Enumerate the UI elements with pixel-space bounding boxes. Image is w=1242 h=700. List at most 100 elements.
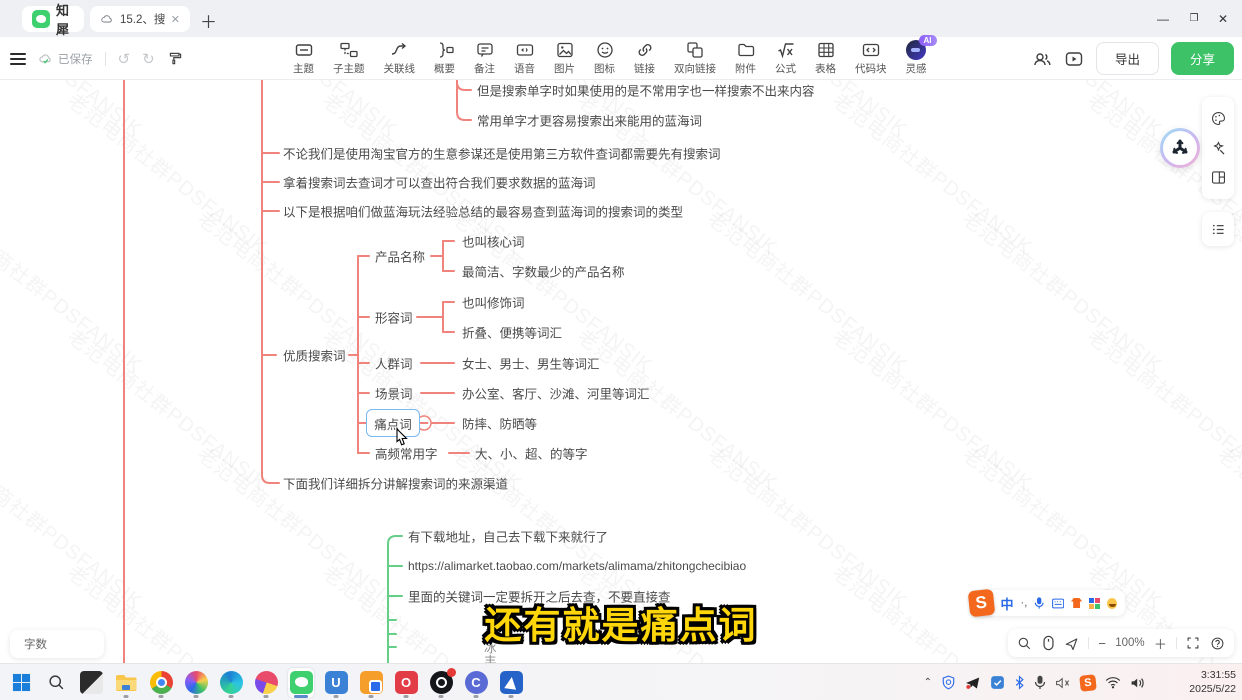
note-button[interactable]: 备注 bbox=[474, 40, 495, 76]
undo-button[interactable]: ↺ bbox=[118, 50, 131, 68]
taskbar-task-view-button[interactable] bbox=[78, 668, 104, 698]
ime-keyboard-icon[interactable] bbox=[1052, 598, 1064, 609]
volume-icon[interactable] bbox=[1130, 676, 1146, 690]
voice-button[interactable]: 语音 bbox=[514, 40, 535, 76]
help-button[interactable] bbox=[1210, 636, 1225, 651]
fullscreen-button[interactable] bbox=[1186, 636, 1200, 650]
word-count-pill[interactable]: 字数 bbox=[10, 630, 104, 658]
mindmap-node[interactable]: 也叫修饰词 bbox=[462, 293, 525, 312]
mindmap-node[interactable]: 不论我们是使用淘宝官方的生意参谋还是使用第三方软件查词都需要先有搜索词 bbox=[283, 144, 721, 163]
microphone-icon[interactable] bbox=[1034, 675, 1046, 690]
mindmap-node[interactable]: 产品名称 bbox=[375, 247, 425, 266]
selected-node-pain-word[interactable]: 痛点词 bbox=[366, 409, 420, 437]
zoom-out-button[interactable]: − bbox=[1098, 636, 1106, 651]
layout-button[interactable] bbox=[1210, 169, 1227, 186]
ime-emoji-icon[interactable] bbox=[1107, 598, 1117, 609]
audio-device-icon[interactable] bbox=[1055, 676, 1071, 690]
ime-skin-icon[interactable] bbox=[1071, 598, 1082, 608]
zoom-level[interactable]: 100% bbox=[1115, 637, 1144, 649]
link-button[interactable]: 链接 bbox=[634, 40, 655, 76]
mindmap-node[interactable]: 也叫核心词 bbox=[462, 232, 525, 251]
code-block-button[interactable]: 代码块 bbox=[855, 40, 887, 76]
mindmap-node[interactable]: 以下是根据咱们做蓝海玩法经验总结的最容易查到蓝海词的搜索词的类型 bbox=[283, 202, 683, 221]
pointer-mode-button[interactable] bbox=[1064, 636, 1079, 651]
mindmap-node[interactable]: 常用单字才更容易搜索出来能用的蓝海词 bbox=[477, 111, 702, 130]
mindmap-node[interactable]: 但是搜索单字时如果使用的是不常用字也一样搜索不出来内容 bbox=[477, 81, 815, 100]
mindmap-node[interactable]: 折叠、便携等词汇 bbox=[462, 323, 562, 342]
ime-mic-icon[interactable] bbox=[1034, 596, 1044, 610]
topic-button[interactable]: 主题 bbox=[293, 40, 314, 76]
tab-close-icon[interactable]: ✕ bbox=[171, 13, 180, 26]
minimize-button[interactable]: — bbox=[1146, 0, 1180, 37]
attachment-button[interactable]: 附件 bbox=[735, 40, 756, 76]
share-button[interactable]: 分享 bbox=[1171, 42, 1234, 75]
mindmap-node[interactable]: 女士、男士、男生等词汇 bbox=[462, 354, 600, 373]
sogou-tray-icon[interactable]: S bbox=[1079, 674, 1097, 692]
zoom-in-button[interactable]: ＋ bbox=[1154, 634, 1167, 653]
mindmap-node[interactable]: 高频常用字 bbox=[375, 444, 438, 463]
taskbar-app-circle[interactable]: C bbox=[463, 668, 489, 698]
export-button[interactable]: 导出 bbox=[1096, 42, 1159, 75]
taskbar-app-squares[interactable] bbox=[358, 668, 384, 698]
taskbar-search-button[interactable] bbox=[43, 668, 69, 698]
ime-mode-toggle[interactable]: 中 bbox=[1001, 594, 1014, 613]
mindmap-node[interactable]: 有下载地址，自己去下载下来就行了 bbox=[408, 527, 608, 546]
mindmap-node[interactable]: 防摔、防晒等 bbox=[462, 414, 537, 433]
mindmap-node[interactable]: 形容词 bbox=[375, 308, 413, 327]
table-button[interactable]: 表格 bbox=[815, 40, 836, 76]
redo-button[interactable]: ↻ bbox=[142, 50, 155, 68]
wifi-icon[interactable] bbox=[1105, 676, 1121, 689]
format-painter-button[interactable] bbox=[167, 50, 184, 67]
taskbar-edge[interactable] bbox=[218, 668, 244, 698]
mindmap-node[interactable]: 拿着搜索词去查词才可以查出符合我们要求数据的蓝海词 bbox=[283, 173, 596, 192]
tray-expand-button[interactable]: ⌃ bbox=[924, 677, 932, 688]
taskbar-app-u[interactable]: U bbox=[323, 668, 349, 698]
mindmap-node[interactable]: 办公室、客厅、沙滩、河里等词汇 bbox=[462, 384, 650, 403]
ime-punctuation-toggle[interactable]: ·, bbox=[1021, 597, 1028, 609]
taskbar-clock[interactable]: 3:31:55 2025/5/22 bbox=[1189, 664, 1236, 700]
mindmap-node-url[interactable]: https://alimarket.taobao.com/markets/ali… bbox=[408, 559, 746, 573]
new-tab-button[interactable]: ＋ bbox=[200, 8, 217, 33]
relation-line-button[interactable]: 关联线 bbox=[384, 40, 416, 76]
taskbar-browser-360[interactable] bbox=[183, 668, 209, 698]
outline-list-button[interactable] bbox=[1210, 221, 1227, 238]
image-button[interactable]: 图片 bbox=[554, 40, 575, 76]
ime-toolbar[interactable]: S 中 ·, bbox=[973, 590, 1125, 616]
mindmap-node-partial[interactable]: 丰 bbox=[484, 651, 497, 664]
taskbar-app-kite[interactable] bbox=[498, 668, 524, 698]
taskbar-start-button[interactable] bbox=[8, 668, 34, 698]
mindmap-canvas[interactable]: 老范电商社群PDSFANSIK老范电商社群PDSFANSIK老范电商社群PDSF… bbox=[0, 80, 1242, 663]
mindmap-node[interactable]: 场景词 bbox=[375, 384, 413, 403]
taskbar-file-explorer[interactable] bbox=[113, 668, 139, 698]
app-home-tab[interactable]: 知犀 bbox=[22, 6, 84, 32]
security-shield-icon[interactable] bbox=[941, 675, 956, 690]
ai-assistant-button[interactable] bbox=[1160, 128, 1200, 168]
sync-app-icon[interactable] bbox=[990, 675, 1005, 690]
bidirectional-link-button[interactable]: 双向链接 bbox=[674, 40, 716, 76]
mindmap-node[interactable]: 下面我们详细拆分讲解搜索词的来源渠道 bbox=[283, 474, 508, 493]
taskbar-chrome[interactable] bbox=[148, 668, 174, 698]
presentation-button[interactable] bbox=[1064, 49, 1084, 69]
mindmap-node[interactable]: 人群词 bbox=[375, 354, 413, 373]
mindmap-node[interactable]: 最简洁、字数最少的产品名称 bbox=[462, 262, 625, 281]
collaborate-button[interactable] bbox=[1032, 49, 1052, 69]
search-button[interactable] bbox=[1017, 636, 1032, 651]
document-tab[interactable]: 15.2、搜索... ✕ bbox=[90, 6, 190, 32]
taskbar-obs[interactable] bbox=[428, 668, 454, 698]
bluetooth-icon[interactable] bbox=[1014, 675, 1025, 690]
menu-button[interactable] bbox=[10, 53, 26, 65]
telegram-icon[interactable] bbox=[965, 676, 981, 690]
subtopic-button[interactable]: 子主题 bbox=[333, 40, 365, 76]
taskbar-zhixi-active[interactable] bbox=[288, 668, 314, 698]
magic-wand-button[interactable] bbox=[1210, 140, 1227, 157]
ime-toolbox-icon[interactable] bbox=[1089, 598, 1099, 609]
mindmap-node[interactable]: 大、小、超、的等字 bbox=[475, 444, 588, 463]
taskbar-music-app[interactable] bbox=[253, 668, 279, 698]
formula-button[interactable]: 公式 bbox=[775, 40, 796, 76]
mouse-mode-button[interactable] bbox=[1042, 635, 1055, 651]
sogou-logo-icon[interactable]: S bbox=[968, 589, 995, 617]
mindmap-node[interactable]: 优质搜索词 bbox=[283, 346, 346, 365]
style-palette-button[interactable] bbox=[1210, 110, 1227, 127]
emoji-button[interactable]: 图标 bbox=[594, 40, 615, 76]
inspiration-button[interactable]: AI 灵感 bbox=[906, 40, 927, 76]
